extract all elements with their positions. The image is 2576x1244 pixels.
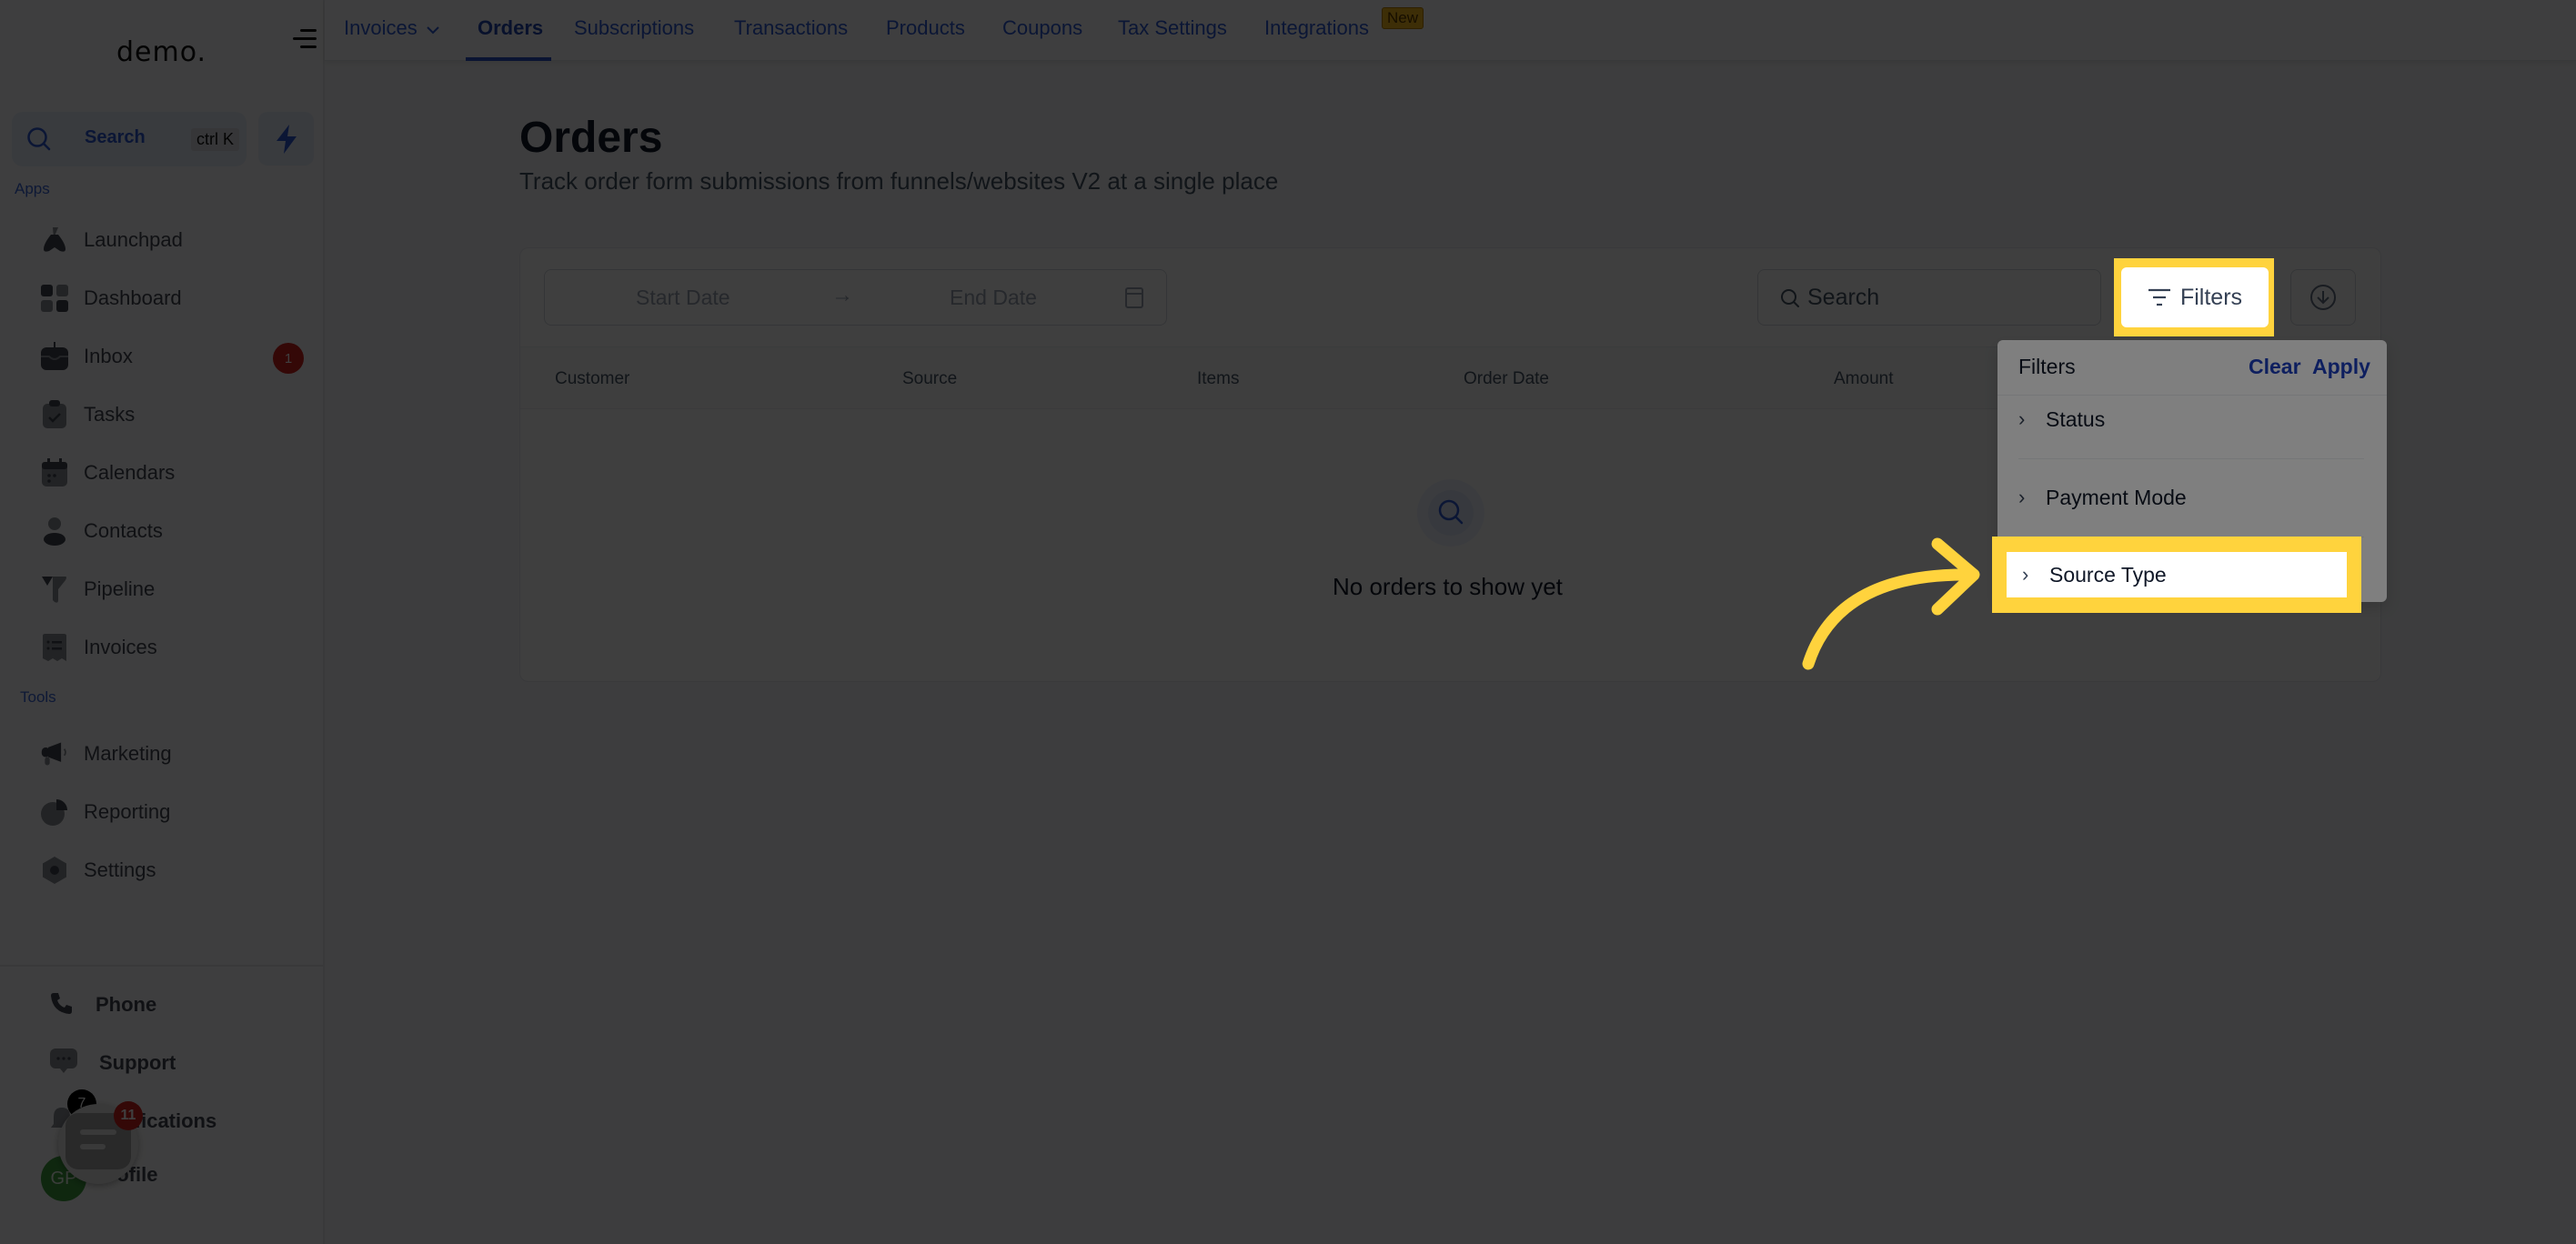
section-label-apps: Apps xyxy=(15,180,50,197)
filters-button[interactable]: Filters xyxy=(2121,267,2269,327)
quick-actions-button[interactable] xyxy=(258,112,314,166)
calendar-icon xyxy=(40,458,69,487)
tab-products[interactable]: Products xyxy=(886,16,965,40)
sidebar-divider xyxy=(0,965,323,967)
brand-logo: demo. xyxy=(116,36,207,68)
sidebar-item-pipeline[interactable]: Pipeline xyxy=(40,569,304,609)
inbox-icon xyxy=(40,342,69,371)
sidebar-item-phone[interactable]: Phone xyxy=(50,985,156,1025)
tutorial-arrow-icon xyxy=(1802,537,1980,670)
filter-item-status[interactable]: › Status xyxy=(2018,401,2364,437)
active-tab-indicator xyxy=(466,57,551,61)
search-icon xyxy=(1438,499,1464,525)
clear-filters-button[interactable]: Clear xyxy=(2249,355,2301,379)
chevron-right-icon: › xyxy=(2018,486,2026,508)
search-input[interactable] xyxy=(1807,281,2080,314)
tab-integrations[interactable]: Integrations xyxy=(1264,16,1369,40)
tab-subscriptions[interactable]: Subscriptions xyxy=(574,16,694,40)
search-icon xyxy=(1781,289,1799,307)
page-subtitle: Track order form submissions from funnel… xyxy=(519,167,1279,195)
section-label-tools: Tools xyxy=(20,688,56,706)
sidebar-item-settings[interactable]: Settings xyxy=(40,850,304,890)
end-date-input[interactable]: End Date xyxy=(950,286,1037,310)
tab-coupons[interactable]: Coupons xyxy=(1002,16,1082,40)
pie-chart-icon xyxy=(40,798,69,827)
sidebar-item-dashboard[interactable]: Dashboard xyxy=(40,278,304,318)
filter-lines-icon xyxy=(2148,288,2170,306)
gear-icon xyxy=(40,856,69,885)
clipboard-icon xyxy=(40,400,69,429)
sidebar: demo. Search ctrl K Apps Launchpad Dashb… xyxy=(0,0,325,1244)
column-header-order-date[interactable]: Order Date xyxy=(1464,369,1549,389)
date-range-picker[interactable]: Start Date → End Date xyxy=(544,269,1167,326)
top-navigation: Invoices Orders Subscriptions Transactio… xyxy=(325,0,2576,61)
filter-item-source-type[interactable]: › Source Type xyxy=(2007,552,2347,597)
tab-tax-settings[interactable]: Tax Settings xyxy=(1118,16,1227,40)
filters-dropdown-title: Filters xyxy=(2018,355,2076,378)
sidebar-item-marketing[interactable]: Marketing xyxy=(40,734,304,774)
tab-orders[interactable]: Orders xyxy=(478,16,543,40)
search-icon xyxy=(27,127,51,151)
download-button[interactable] xyxy=(2290,269,2356,326)
chevron-down-icon xyxy=(427,26,439,35)
tab-invoices[interactable]: Invoices xyxy=(344,16,439,40)
funnel-icon xyxy=(40,575,69,604)
chevron-right-icon: › xyxy=(2022,563,2029,586)
sidebar-item-support[interactable]: Support xyxy=(50,1043,176,1083)
filter-item-payment-mode[interactable]: › Payment Mode xyxy=(2018,479,2364,516)
keyboard-shortcut: ctrl K xyxy=(191,128,240,151)
chat-icon xyxy=(50,1048,77,1079)
calendar-icon[interactable] xyxy=(1125,287,1143,308)
start-date-input[interactable]: Start Date xyxy=(636,286,730,310)
receipt-icon xyxy=(40,633,69,662)
empty-state-icon xyxy=(1417,479,1484,547)
arrow-right-icon: → xyxy=(831,283,853,307)
column-header-customer[interactable]: Customer xyxy=(555,369,629,389)
rocket-icon xyxy=(40,226,69,255)
divider xyxy=(1997,395,2387,396)
column-header-amount[interactable]: Amount xyxy=(1834,369,1893,389)
megaphone-icon xyxy=(40,739,69,768)
lightning-icon xyxy=(277,125,297,154)
sidebar-item-inbox[interactable]: Inbox 1 xyxy=(40,336,304,376)
chat-widget-badge: 11 xyxy=(114,1101,143,1130)
column-header-items[interactable]: Items xyxy=(1197,369,1239,389)
sidebar-search-label: Search xyxy=(85,127,146,147)
sidebar-item-tasks[interactable]: Tasks xyxy=(40,395,304,435)
divider xyxy=(2018,458,2364,459)
page-title: Orders xyxy=(519,114,663,162)
sidebar-item-reporting[interactable]: Reporting xyxy=(40,792,304,832)
inbox-unread-badge: 1 xyxy=(273,343,304,374)
person-icon xyxy=(40,517,69,546)
collapse-menu-icon[interactable] xyxy=(293,27,317,51)
download-icon xyxy=(2310,285,2336,310)
apply-filters-button[interactable]: Apply xyxy=(2312,355,2370,379)
phone-icon xyxy=(50,991,74,1019)
tab-transactions[interactable]: Transactions xyxy=(734,16,848,40)
sidebar-item-launchpad[interactable]: Launchpad xyxy=(40,220,304,260)
sidebar-item-calendars[interactable]: Calendars xyxy=(40,453,304,493)
sidebar-search-button[interactable]: Search ctrl K xyxy=(12,112,247,166)
orders-search[interactable] xyxy=(1757,269,2101,326)
chevron-right-icon: › xyxy=(2018,407,2026,430)
new-badge: New xyxy=(1382,7,1424,29)
column-header-source[interactable]: Source xyxy=(902,369,957,389)
empty-state-message: No orders to show yet xyxy=(1333,573,1563,600)
dashboard-icon xyxy=(40,284,69,313)
sidebar-item-invoices[interactable]: Invoices xyxy=(40,627,304,667)
sidebar-item-contacts[interactable]: Contacts xyxy=(40,511,304,551)
